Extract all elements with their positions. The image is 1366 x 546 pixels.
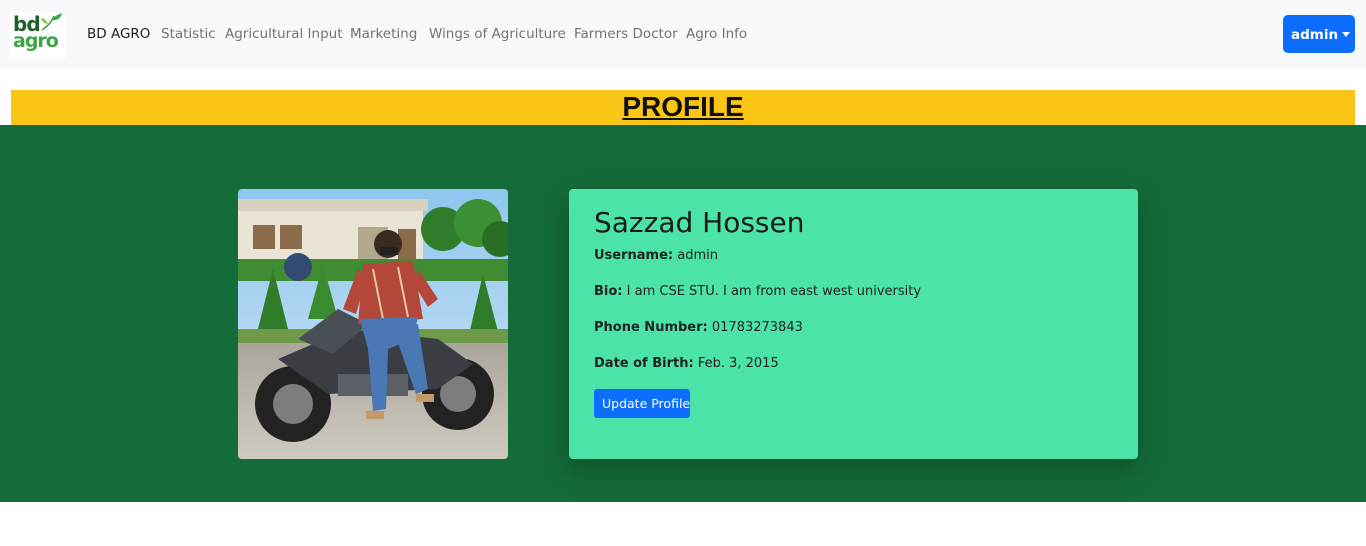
page-title: PROFILE bbox=[622, 91, 744, 122]
nav-link-wings-of-agriculture[interactable]: Wings of Agriculture bbox=[429, 26, 566, 42]
profile-dob-row: Date of Birth: Feb. 3, 2015 bbox=[594, 356, 779, 371]
profile-photo bbox=[238, 189, 508, 459]
logo-text-agro: agro bbox=[13, 30, 59, 52]
bd-agro-logo[interactable]: bd agro bbox=[10, 12, 66, 58]
user-menu-label: admin bbox=[1291, 27, 1339, 43]
profile-username-row: Username: admin bbox=[594, 248, 718, 263]
nav-link-marketing[interactable]: Marketing bbox=[350, 26, 417, 42]
caret-down-icon bbox=[1342, 32, 1350, 37]
update-profile-button[interactable]: Update Profile bbox=[594, 389, 690, 418]
profile-photo-image bbox=[238, 189, 508, 459]
nav-link-farmers-doctor[interactable]: Farmers Doctor bbox=[574, 26, 678, 42]
phone-value: 01783273843 bbox=[711, 320, 803, 335]
navbar: bd agro BD AGRO Statistic Agricultural I… bbox=[0, 0, 1366, 68]
profile-card: Sazzad Hossen Username: admin Bio: I am … bbox=[569, 189, 1138, 459]
nav-link-agro-info[interactable]: Agro Info bbox=[686, 26, 747, 42]
bio-value: I am CSE STU. I am from east west univer… bbox=[626, 284, 922, 299]
dob-value: Feb. 3, 2015 bbox=[697, 356, 779, 371]
user-menu-dropdown-button[interactable]: admin bbox=[1283, 15, 1355, 53]
phone-label: Phone Number: bbox=[594, 320, 708, 335]
nav-link-agricultural-input[interactable]: Agricultural Input bbox=[225, 26, 343, 42]
profile-full-name: Sazzad Hossen bbox=[594, 206, 805, 239]
profile-bio-row: Bio: I am CSE STU. I am from east west u… bbox=[594, 284, 921, 299]
dob-label: Date of Birth: bbox=[594, 356, 694, 371]
leaf-sprout-icon bbox=[41, 13, 62, 31]
page-title-bar: PROFILE bbox=[11, 90, 1355, 125]
nav-brand-link[interactable]: BD AGRO bbox=[87, 26, 150, 42]
username-value: admin bbox=[677, 248, 718, 263]
nav-link-statistic[interactable]: Statistic bbox=[161, 26, 216, 42]
bio-label: Bio: bbox=[594, 284, 623, 299]
username-label: Username: bbox=[594, 248, 674, 263]
profile-phone-row: Phone Number: 01783273843 bbox=[594, 320, 803, 335]
